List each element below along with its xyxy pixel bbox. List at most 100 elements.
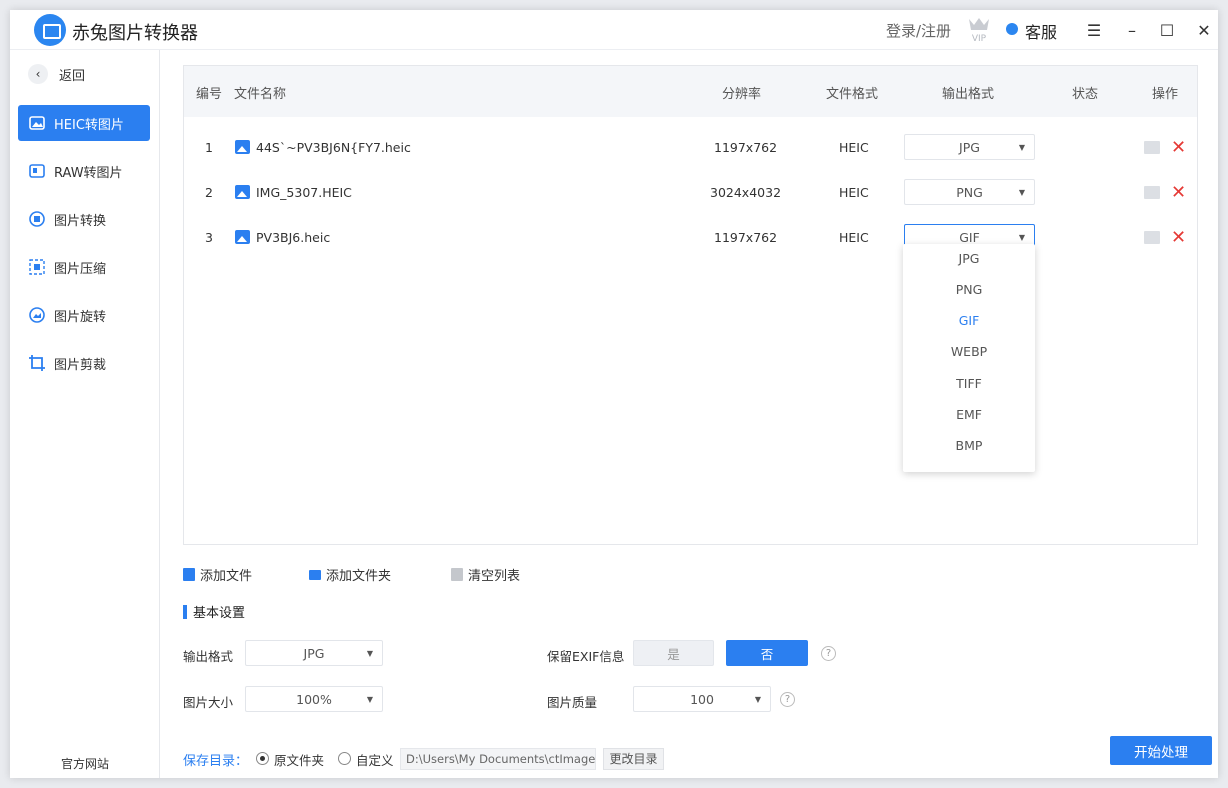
header-status: 状态 bbox=[1072, 87, 1099, 102]
image-size-label: 图片大小 bbox=[183, 695, 234, 710]
file-format: HEIC bbox=[839, 140, 869, 155]
file-name: PV3BJ6.heic bbox=[256, 230, 331, 245]
help-icon[interactable]: ? bbox=[821, 646, 836, 661]
header-resolution: 分辨率 bbox=[722, 87, 762, 102]
sidebar-item-convert[interactable]: 图片转换 bbox=[18, 201, 150, 237]
file-name: IMG_5307.HEIC bbox=[256, 185, 352, 200]
compress-icon bbox=[28, 258, 46, 276]
exif-yes-button[interactable]: 是 bbox=[633, 640, 714, 666]
clear-list-button[interactable]: 清空列表 bbox=[451, 565, 520, 584]
resolution: 3024x4032 bbox=[710, 185, 782, 200]
minimize-button[interactable]: – bbox=[1120, 18, 1144, 42]
image-quality-select[interactable]: 100 ▼ bbox=[633, 686, 771, 712]
caret-down-icon: ▼ bbox=[1018, 143, 1025, 152]
sidebar-item-label: 图片转换 bbox=[54, 213, 107, 229]
customer-service-icon[interactable] bbox=[1006, 23, 1018, 35]
radio-original-folder[interactable] bbox=[256, 752, 269, 765]
image-quality-value: 100 bbox=[690, 691, 714, 707]
caret-down-icon: ▼ bbox=[754, 695, 761, 704]
basic-settings-title: 基本设置 bbox=[183, 602, 245, 621]
official-website-link[interactable]: 官方网站 bbox=[10, 755, 160, 772]
output-format-value: JPG bbox=[959, 139, 980, 155]
sidebar-item-label: HEIC转图片 bbox=[54, 117, 124, 133]
image-size-select[interactable]: 100% ▼ bbox=[245, 686, 383, 712]
chevron-left-icon: ‹ bbox=[28, 64, 48, 84]
caret-down-icon: ▼ bbox=[366, 649, 373, 658]
add-folder-button[interactable]: 添加文件夹 bbox=[309, 565, 391, 584]
app-logo-icon bbox=[34, 14, 66, 46]
save-path-field[interactable]: D:\Users\My Documents\ctImageC bbox=[400, 748, 596, 770]
save-directory-label: 保存目录： bbox=[183, 754, 249, 769]
file-table: 编号 文件名称 分辨率 文件格式 输出格式 状态 操作 1 44S`~PV3BJ… bbox=[183, 65, 1198, 545]
sidebar: ‹ 返回 HEIC转图片 RAW转图片 图片转换 图片压缩 图片旋转 图片剪裁 … bbox=[10, 50, 160, 778]
vip-label: VIP bbox=[972, 34, 987, 43]
header-filename: 文件名称 bbox=[234, 87, 287, 102]
image-quality-label: 图片质量 bbox=[547, 695, 598, 710]
heic-icon bbox=[28, 114, 46, 132]
dropdown-option-jpg[interactable]: JPG bbox=[903, 244, 1035, 274]
default-output-format-select[interactable]: JPG ▼ bbox=[245, 640, 383, 666]
close-button[interactable]: ✕ bbox=[1192, 18, 1216, 42]
caret-down-icon: ▼ bbox=[1018, 188, 1025, 197]
image-file-icon bbox=[235, 140, 250, 154]
dropdown-option-gif[interactable]: GIF bbox=[903, 306, 1035, 336]
image-file-icon bbox=[235, 185, 250, 199]
clear-list-icon bbox=[451, 568, 463, 581]
sidebar-item-raw[interactable]: RAW转图片 bbox=[18, 153, 150, 189]
add-file-button[interactable]: 添加文件 bbox=[183, 565, 252, 584]
open-folder-icon[interactable] bbox=[1144, 141, 1160, 154]
table-row: 2 IMG_5307.HEIC 3024x4032 HEIC PNG ▼ ✕ bbox=[184, 171, 1197, 216]
vip-crown-icon[interactable]: VIP bbox=[966, 15, 992, 43]
basic-settings-label: 基本设置 bbox=[193, 606, 246, 621]
sidebar-item-crop[interactable]: 图片剪裁 bbox=[18, 345, 150, 381]
sidebar-item-heic[interactable]: HEIC转图片 bbox=[18, 105, 150, 141]
back-label: 返回 bbox=[59, 68, 86, 84]
sidebar-item-compress[interactable]: 图片压缩 bbox=[18, 249, 150, 285]
sidebar-item-label: RAW转图片 bbox=[54, 165, 123, 181]
add-file-label: 添加文件 bbox=[200, 569, 253, 584]
file-format: HEIC bbox=[839, 230, 869, 245]
header-number: 编号 bbox=[196, 87, 223, 102]
back-button[interactable]: ‹ 返回 bbox=[28, 64, 85, 84]
menu-icon[interactable]: ☰ bbox=[1082, 18, 1106, 42]
dropdown-option-png[interactable]: PNG bbox=[903, 275, 1035, 305]
maximize-button[interactable]: ☐ bbox=[1155, 18, 1179, 42]
change-directory-button[interactable]: 更改目录 bbox=[603, 748, 664, 770]
app-window: 赤兔图片转换器 登录/注册 VIP 客服 ☰ – ☐ ✕ ‹ 返回 HEIC转图… bbox=[10, 10, 1218, 778]
output-format-select[interactable]: JPG ▼ bbox=[904, 134, 1035, 160]
output-format-value: PNG bbox=[956, 184, 983, 200]
customer-service-label[interactable]: 客服 bbox=[1025, 19, 1057, 43]
open-folder-icon[interactable] bbox=[1144, 186, 1160, 199]
header-file-format: 文件格式 bbox=[826, 87, 879, 102]
original-folder-label[interactable]: 原文件夹 bbox=[274, 750, 324, 769]
dropdown-option-tiff[interactable]: TIFF bbox=[903, 369, 1035, 399]
row-number: 3 bbox=[205, 230, 213, 245]
login-register-link[interactable]: 登录/注册 bbox=[886, 20, 951, 41]
dropdown-option-bmp[interactable]: BMP bbox=[903, 431, 1035, 461]
section-marker bbox=[183, 604, 187, 619]
delete-icon[interactable]: ✕ bbox=[1171, 182, 1186, 203]
open-folder-icon[interactable] bbox=[1144, 231, 1160, 244]
caret-down-icon: ▼ bbox=[1018, 233, 1025, 242]
custom-folder-label[interactable]: 自定义 bbox=[356, 750, 394, 769]
default-output-format-value: JPG bbox=[303, 645, 325, 661]
table-header: 编号 文件名称 分辨率 文件格式 输出格式 状态 操作 bbox=[184, 66, 1197, 117]
radio-custom-folder[interactable] bbox=[338, 752, 351, 765]
output-format-label: 输出格式 bbox=[183, 649, 234, 664]
sidebar-item-label: 图片压缩 bbox=[54, 261, 107, 277]
image-size-value: 100% bbox=[296, 691, 332, 707]
convert-icon bbox=[28, 210, 46, 228]
rotate-icon bbox=[28, 306, 46, 324]
start-processing-button[interactable]: 开始处理 bbox=[1110, 736, 1212, 765]
output-format-select[interactable]: PNG ▼ bbox=[904, 179, 1035, 205]
delete-icon[interactable]: ✕ bbox=[1171, 137, 1186, 158]
dropdown-option-webp[interactable]: WEBP bbox=[903, 337, 1035, 367]
exif-no-button[interactable]: 否 bbox=[726, 640, 808, 666]
caret-down-icon: ▼ bbox=[366, 695, 373, 704]
row-number: 2 bbox=[205, 185, 213, 200]
help-icon[interactable]: ? bbox=[780, 692, 795, 707]
sidebar-item-rotate[interactable]: 图片旋转 bbox=[18, 297, 150, 333]
dropdown-option-emf[interactable]: EMF bbox=[903, 400, 1035, 430]
delete-icon[interactable]: ✕ bbox=[1171, 227, 1186, 248]
resolution: 1197x762 bbox=[714, 140, 778, 155]
